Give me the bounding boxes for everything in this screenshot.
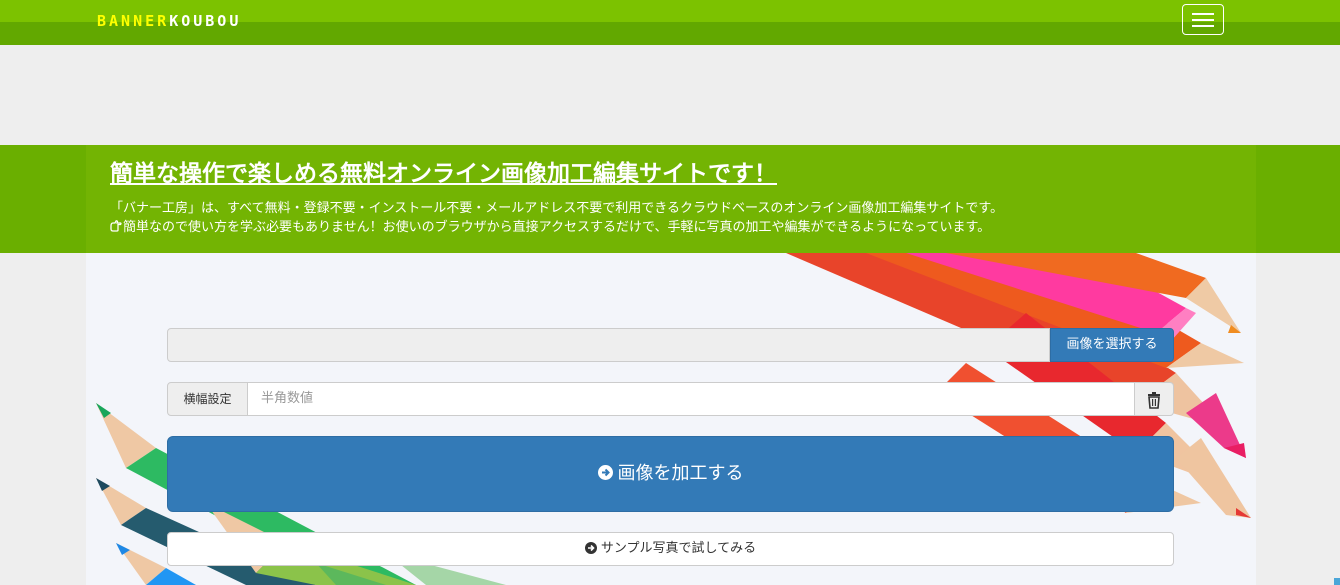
- arrow-circle-right-icon: [597, 464, 613, 480]
- intro-text-line1: 「バナー工房」は、すべて無料・登録不要・インストール不要・メールアドレス不要で利…: [110, 201, 1004, 216]
- intro-title[interactable]: 簡単な操作で楽しめる無料オンライン画像加工編集サイトです！: [110, 159, 777, 189]
- process-image-button[interactable]: 画像を加工する: [167, 436, 1174, 512]
- try-sample-button[interactable]: サンプル写真で試してみる: [167, 532, 1174, 566]
- hand-point-right-icon: [110, 220, 122, 232]
- menu-toggle-button[interactable]: [1182, 4, 1224, 35]
- hamburger-icon-bar: [1192, 25, 1214, 27]
- process-image-label: 画像を加工する: [617, 463, 744, 484]
- file-name-display[interactable]: [167, 328, 1050, 362]
- intro-panel: 簡単な操作で楽しめる無料オンライン画像加工編集サイトです！ 「バナー工房」は、す…: [86, 145, 1256, 253]
- arrow-circle-right-icon: [584, 541, 597, 554]
- clear-width-button[interactable]: [1134, 382, 1174, 416]
- site-logo[interactable]: BANNERKOUBOU: [97, 11, 241, 31]
- hamburger-icon: [1192, 13, 1214, 15]
- intro-text-line2: 簡単なので使い方を学ぶ必要もありません！お使いのブラウザから直接アクセスするだけ…: [110, 219, 990, 237]
- ad-choices-icon[interactable]: [1334, 578, 1340, 585]
- file-select-group: 画像を選択する: [167, 328, 1174, 362]
- intro-text-line2-text: 簡単なので使い方を学ぶ必要もありません！お使いのブラウザから直接アクセスするだけ…: [123, 220, 991, 235]
- intro-band: 簡単な操作で楽しめる無料オンライン画像加工編集サイトです！ 「バナー工房」は、す…: [0, 145, 1340, 253]
- trash-icon: [1148, 392, 1160, 409]
- width-setting-label: 横幅設定: [167, 382, 248, 416]
- width-setting-group: 横幅設定 半角数値: [167, 382, 1174, 416]
- try-sample-label: サンプル写真で試してみる: [600, 541, 757, 556]
- logo-text-banner: BANNER: [97, 12, 170, 30]
- hamburger-icon-bar: [1192, 19, 1214, 21]
- top-navbar: BANNERKOUBOU: [0, 0, 1340, 45]
- width-input[interactable]: 半角数値: [248, 382, 1135, 416]
- logo-text-koubou: KOUBOU: [169, 12, 242, 30]
- select-image-button[interactable]: 画像を選択する: [1050, 328, 1174, 362]
